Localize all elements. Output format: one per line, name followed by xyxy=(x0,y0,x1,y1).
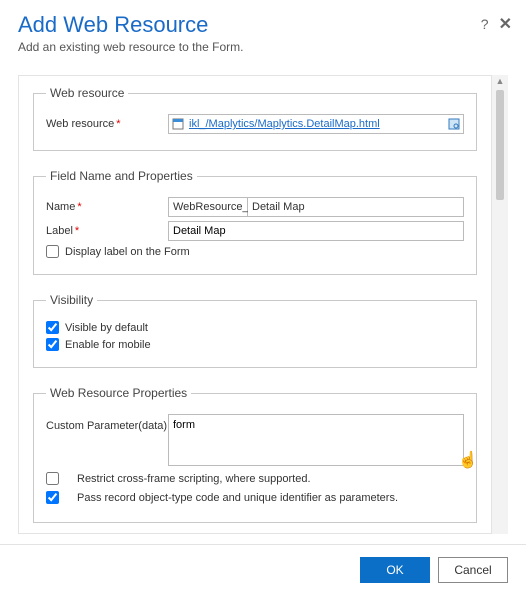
name-prefix: WebResource_ xyxy=(168,197,248,217)
cancel-button[interactable]: Cancel xyxy=(438,557,508,583)
scrollbar-vertical[interactable]: ▲ xyxy=(492,75,508,534)
name-input[interactable]: Detail Map xyxy=(248,197,464,217)
content-scroll-area: Web resource Web resource* ikl_/Maplytic… xyxy=(18,75,492,534)
restrict-crossframe-text: Restrict cross-frame scripting, where su… xyxy=(77,473,311,485)
visibility-fieldset: Visibility Visible by default Enable for… xyxy=(33,293,477,368)
wr-properties-legend: Web Resource Properties xyxy=(46,386,191,400)
display-label-text: Display label on the Form xyxy=(65,246,190,258)
pass-record-text: Pass record object-type code and unique … xyxy=(77,492,398,504)
display-label-checkbox[interactable] xyxy=(46,245,59,258)
pass-record-checkbox[interactable] xyxy=(46,491,59,504)
wr-properties-fieldset: Web Resource Properties Custom Parameter… xyxy=(33,386,477,523)
ok-button[interactable]: OK xyxy=(360,557,430,583)
custom-param-label: Custom Parameter(data) xyxy=(46,414,168,432)
help-icon[interactable]: ? xyxy=(481,16,489,32)
close-icon[interactable]: ✕ xyxy=(499,14,512,34)
scroll-up-icon[interactable]: ▲ xyxy=(496,75,505,88)
visible-default-checkbox[interactable] xyxy=(46,321,59,334)
dialog-subtitle: Add an existing web resource to the Form… xyxy=(18,40,508,54)
web-file-icon xyxy=(171,117,185,131)
dialog-footer: OK Cancel xyxy=(0,544,526,594)
field-name-legend: Field Name and Properties xyxy=(46,169,197,183)
restrict-crossframe-checkbox[interactable] xyxy=(46,472,59,485)
enable-mobile-checkbox[interactable] xyxy=(46,338,59,351)
custom-param-textarea[interactable] xyxy=(168,414,464,466)
enable-mobile-text: Enable for mobile xyxy=(65,339,151,351)
dialog-title: Add Web Resource xyxy=(18,12,508,38)
web-resource-legend: Web resource xyxy=(46,86,128,100)
web-resource-input[interactable]: ikl_/Maplytics/Maplytics.DetailMap.html xyxy=(168,114,464,134)
visibility-legend: Visibility xyxy=(46,293,97,307)
label-input[interactable] xyxy=(168,221,464,241)
name-label: Name* xyxy=(46,201,168,213)
web-resource-label: Web resource* xyxy=(46,118,168,130)
label-label: Label* xyxy=(46,225,168,237)
visible-default-text: Visible by default xyxy=(65,322,148,334)
web-resource-fieldset: Web resource Web resource* ikl_/Maplytic… xyxy=(33,86,477,151)
scroll-thumb[interactable] xyxy=(496,90,504,200)
web-resource-value[interactable]: ikl_/Maplytics/Maplytics.DetailMap.html xyxy=(189,118,447,130)
lookup-icon[interactable] xyxy=(447,117,461,131)
field-name-fieldset: Field Name and Properties Name* WebResou… xyxy=(33,169,477,275)
